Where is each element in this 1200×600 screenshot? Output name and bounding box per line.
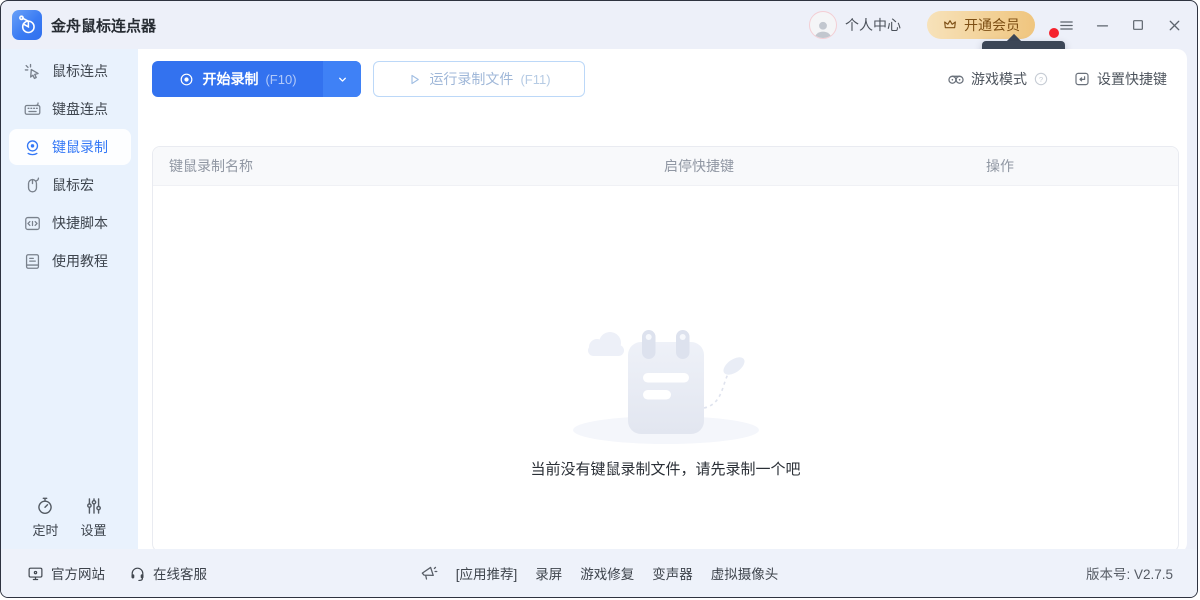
game-mode-toggle[interactable]: 游戏模式 ?	[947, 69, 1049, 89]
play-icon	[407, 72, 422, 87]
avatar[interactable]	[809, 11, 837, 39]
sidebar-item-quick-script[interactable]: 快捷脚本	[9, 205, 131, 241]
gamepad-icon	[947, 70, 965, 88]
version-text: 版本号: V2.7.5	[1086, 563, 1173, 583]
vip-button-label: 开通会员	[964, 15, 1020, 35]
question-circle-icon[interactable]: ?	[1033, 71, 1049, 87]
empty-notepad-illustration	[570, 324, 762, 446]
start-record-dropdown[interactable]	[323, 61, 361, 97]
sidebar-item-label: 使用教程	[52, 251, 108, 271]
toolbar: 开始录制 (F10) 运行录制文件	[152, 61, 1167, 97]
settings-tool[interactable]: 设置	[81, 496, 107, 539]
online-service-label: 在线客服	[153, 563, 207, 583]
sidebar-item-label: 快捷脚本	[52, 213, 108, 233]
table-body: 当前没有键鼠录制文件，请先录制一个吧	[153, 186, 1178, 552]
keyboard-icon	[23, 100, 42, 119]
timer-tool[interactable]: 定时	[32, 496, 58, 539]
run-record-file-button[interactable]: 运行录制文件 (F11)	[373, 61, 585, 97]
sidebar-item-label: 键鼠录制	[52, 137, 108, 157]
chevron-down-icon	[335, 72, 350, 87]
tutorial-icon	[23, 252, 42, 271]
set-hotkey-button[interactable]: 设置快捷键	[1073, 69, 1167, 89]
titlebar: 金舟鼠标连点器 个人中心 开通会员	[1, 1, 1197, 49]
close-icon[interactable]	[1161, 12, 1187, 38]
empty-state: 当前没有键鼠录制文件，请先录制一个吧	[153, 324, 1178, 479]
promo-label: [应用推荐]	[456, 563, 518, 583]
monitor-icon	[27, 565, 44, 582]
headset-icon	[129, 565, 146, 582]
game-mode-label: 游戏模式	[971, 69, 1027, 89]
column-header-name: 键鼠录制名称	[153, 156, 648, 176]
sidebar-item-label: 键盘连点	[52, 99, 108, 119]
column-header-hotkey: 启停快捷键	[648, 156, 970, 176]
svg-text:?: ?	[1039, 75, 1043, 84]
set-hotkey-label: 设置快捷键	[1097, 69, 1167, 89]
timer-label: 定时	[32, 520, 58, 539]
sidebar-item-label: 鼠标宏	[52, 175, 94, 195]
column-header-actions: 操作	[970, 156, 1178, 176]
sidebar-item-label: 鼠标连点	[52, 61, 108, 81]
online-service-link[interactable]: 在线客服	[129, 563, 207, 583]
sidebar-item-mouse-macro[interactable]: 鼠标宏	[9, 167, 131, 203]
official-site-label: 官方网站	[51, 563, 105, 583]
timer-icon	[35, 496, 55, 516]
vip-button[interactable]: 开通会员	[927, 11, 1035, 39]
recorder-icon	[23, 138, 42, 157]
footer: 官方网站 在线客服	[1, 549, 1197, 597]
table-header: 键鼠录制名称 启停快捷键 操作	[153, 147, 1178, 186]
sidebar-item-mouse-clicker[interactable]: 鼠标连点	[9, 53, 131, 89]
app-logo-icon	[12, 10, 42, 40]
start-record-label: 开始录制	[202, 69, 258, 89]
sidebar-item-tutorial[interactable]: 使用教程	[9, 243, 131, 279]
promo-link-voice-changer[interactable]: 变声器	[652, 563, 693, 583]
megaphone-icon	[420, 564, 438, 582]
maximize-icon[interactable]	[1125, 12, 1151, 38]
cursor-click-icon	[23, 62, 42, 81]
promo-bar: [应用推荐] 录屏 游戏修复 变声器 虚拟摄像头	[420, 563, 779, 583]
run-record-file-hotkey: (F11)	[520, 72, 550, 87]
notification-dot	[1049, 28, 1059, 38]
record-icon	[178, 71, 195, 88]
start-record-hotkey: (F10)	[265, 72, 296, 87]
promo-link-virtual-camera[interactable]: 虚拟摄像头	[711, 563, 779, 583]
start-record-button[interactable]: 开始录制 (F10)	[152, 61, 361, 97]
record-file-table: 键鼠录制名称 启停快捷键 操作	[152, 146, 1179, 552]
sidebar-item-record[interactable]: 键鼠录制	[9, 129, 131, 165]
minimize-icon[interactable]	[1089, 12, 1115, 38]
hotkey-icon	[1073, 70, 1091, 88]
run-record-file-label: 运行录制文件	[429, 69, 513, 89]
settings-sliders-icon	[84, 496, 104, 516]
mouse-icon	[23, 176, 42, 195]
promo-link-screen-record[interactable]: 录屏	[535, 563, 562, 583]
sidebar: 鼠标连点 键盘连点 键	[1, 49, 138, 553]
app-title: 金舟鼠标连点器	[51, 15, 156, 36]
empty-state-text: 当前没有键鼠录制文件，请先录制一个吧	[530, 458, 800, 479]
promo-link-game-fix[interactable]: 游戏修复	[580, 563, 634, 583]
main-content: 开始录制 (F10) 运行录制文件	[138, 49, 1187, 553]
crown-icon	[942, 17, 958, 33]
sidebar-item-keyboard-clicker[interactable]: 键盘连点	[9, 91, 131, 127]
user-center-link[interactable]: 个人中心	[845, 15, 901, 35]
settings-label: 设置	[81, 520, 107, 539]
app-window: 金舟鼠标连点器 个人中心 开通会员	[0, 0, 1198, 598]
official-site-link[interactable]: 官方网站	[27, 563, 105, 583]
code-box-icon	[23, 214, 42, 233]
